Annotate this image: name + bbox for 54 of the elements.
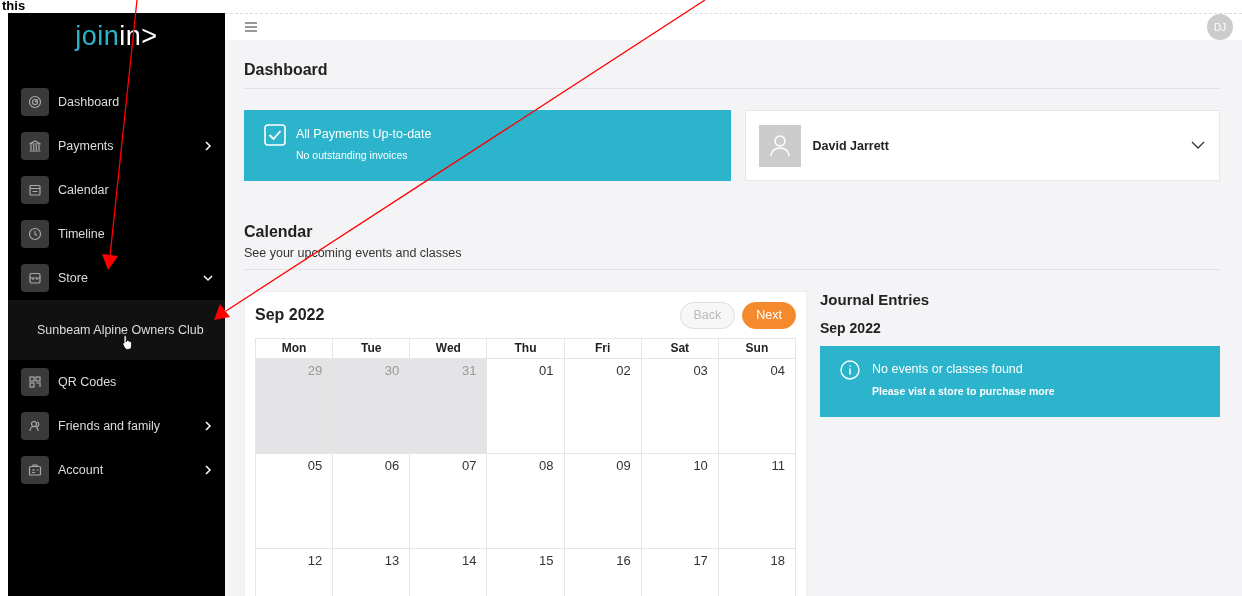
day-cell[interactable]: 07 xyxy=(410,454,488,549)
sidebar-item[interactable]: QR Codes xyxy=(8,360,225,404)
journal-title: Journal Entries xyxy=(820,291,931,308)
weekday-header: Fri xyxy=(564,339,642,359)
annotation-text: this xyxy=(2,0,26,12)
id-icon xyxy=(21,456,49,484)
day-cell[interactable]: 04 xyxy=(718,359,796,454)
people-icon xyxy=(21,412,49,440)
day-cell[interactable]: 18 xyxy=(718,549,796,596)
sidebar-item[interactable]: Store xyxy=(8,256,225,300)
weekday-header: Thu xyxy=(487,339,565,359)
journal-month: Sep 2022 xyxy=(820,320,882,336)
day-cell[interactable]: 08 xyxy=(487,454,565,549)
notice-message: Please vist a store to purchase more xyxy=(872,385,1055,397)
gauge-icon xyxy=(21,88,49,116)
sidebar-item[interactable]: Timeline xyxy=(8,212,225,256)
calendar-icon xyxy=(21,176,49,204)
weekday-header: Sat xyxy=(641,339,719,359)
day-cell[interactable]: 10 xyxy=(641,454,719,549)
sidebar-item[interactable]: Calendar xyxy=(8,168,225,212)
day-cell[interactable]: 12 xyxy=(256,549,334,596)
info-icon xyxy=(840,360,860,380)
menu-icon[interactable] xyxy=(245,22,257,32)
submenu-item[interactable]: Sunbeam Alpine Owners Club xyxy=(8,300,225,360)
notice-title: No events or classes found xyxy=(872,362,1024,376)
sidebar-item[interactable]: Account xyxy=(8,448,225,492)
day-cell[interactable]: 01 xyxy=(487,359,565,454)
day-cell[interactable]: 05 xyxy=(256,454,334,549)
calendar-month: Sep 2022 xyxy=(255,306,325,324)
weekday-header: Sun xyxy=(718,339,796,359)
person-avatar-icon xyxy=(758,124,801,167)
day-cell[interactable]: 13 xyxy=(333,549,411,596)
day-cell[interactable]: 03 xyxy=(641,359,719,454)
section-title: Calendar xyxy=(244,223,314,241)
day-cell[interactable]: 02 xyxy=(564,359,642,454)
sidebar-item[interactable]: Payments xyxy=(8,124,225,168)
day-cell[interactable]: 11 xyxy=(718,454,796,549)
clock-icon xyxy=(21,220,49,248)
sidebar-item[interactable]: Friends and family xyxy=(8,404,225,448)
day-cell[interactable]: 14 xyxy=(410,549,488,596)
section-title: Dashboard xyxy=(244,61,329,79)
day-cell[interactable]: 16 xyxy=(564,549,642,596)
day-cell[interactable]: 06 xyxy=(333,454,411,549)
bank-icon xyxy=(21,132,49,160)
day-cell[interactable]: 09 xyxy=(564,454,642,549)
status-title: All Payments Up-to-date xyxy=(296,127,432,141)
member-card[interactable]: David Jarrett xyxy=(744,110,1220,181)
day-cell[interactable]: 17 xyxy=(641,549,719,596)
day-cell[interactable]: 15 xyxy=(487,549,565,596)
member-name: David Jarrett xyxy=(812,138,890,153)
sidebar-item[interactable]: Dashboard xyxy=(8,80,225,124)
qr-icon xyxy=(21,368,49,396)
store-icon xyxy=(21,264,49,292)
status-subtitle: No outstanding invoices xyxy=(296,149,409,161)
